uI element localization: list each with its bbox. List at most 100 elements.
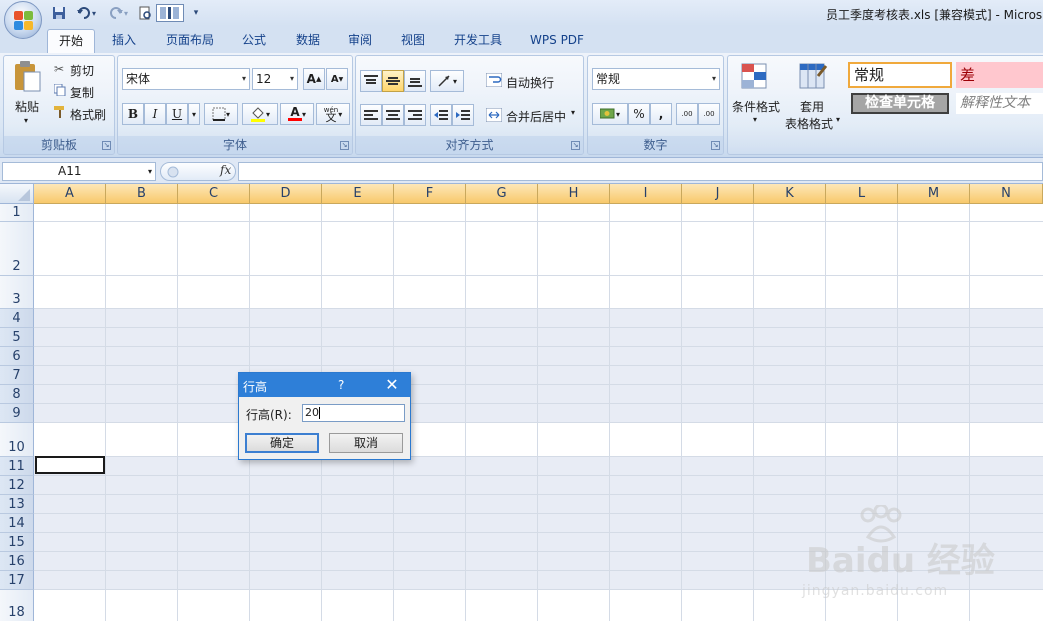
format-as-table-button[interactable]: 表格格式 [785,115,833,132]
decrease-decimal-button[interactable]: .00 [698,103,720,125]
tab-insert[interactable]: 插入 [103,29,145,53]
row-header-11[interactable]: 11 [0,457,34,476]
column-header-g[interactable]: G [466,184,538,204]
dialog-title-bar[interactable]: 行高 ? ✕ [239,373,410,397]
help-icon[interactable]: ? [338,378,344,392]
align-top-button[interactable] [360,70,382,92]
number-launcher-icon[interactable]: ↘ [711,141,720,150]
row-header-3[interactable]: 3 [0,276,34,309]
grow-font-button[interactable]: A ▲ [303,68,325,90]
style-bad[interactable]: 差 [956,62,1043,88]
orientation-button[interactable]: ▾ [430,70,464,92]
print-preview-icon[interactable] [136,4,154,22]
name-box[interactable]: A11 ▾ [2,162,156,181]
undo-icon[interactable]: ▾ [72,4,100,22]
cut-button[interactable]: 剪切 [70,62,94,79]
formula-input[interactable] [238,162,1043,181]
row-header-9[interactable]: 9 [0,404,34,423]
style-normal[interactable]: 常规 [848,62,952,88]
font-name-select[interactable]: 宋体 ▾ [122,68,250,90]
font-size-select[interactable]: 12 ▾ [252,68,298,90]
table-dropdown-icon[interactable]: ▾ [836,115,840,124]
format-as-table-line1[interactable]: 套用 [800,98,824,115]
column-header-k[interactable]: K [754,184,826,204]
style-check-cell[interactable]: 检查单元格 [851,93,949,114]
column-header-f[interactable]: F [394,184,466,204]
format-painter-button[interactable]: 格式刷 [70,106,106,123]
tab-page-layout[interactable]: 页面布局 [160,29,220,53]
align-left-button[interactable] [360,104,382,126]
tab-view[interactable]: 视图 [395,29,431,53]
close-icon[interactable]: ✕ [377,374,407,396]
align-middle-button[interactable] [382,70,404,92]
column-header-j[interactable]: J [682,184,754,204]
row-header-4[interactable]: 4 [0,309,34,328]
column-header-m[interactable]: M [898,184,970,204]
alignment-launcher-icon[interactable]: ↘ [571,141,580,150]
row-header-2[interactable]: 2 [0,222,34,276]
italic-button[interactable]: I [144,103,166,125]
row-header-13[interactable]: 13 [0,495,34,514]
paste-dropdown-icon[interactable]: ▾ [24,116,28,125]
increase-decimal-button[interactable]: .00 [676,103,698,125]
row-header-17[interactable]: 17 [0,571,34,590]
conditional-format-button[interactable]: 条件格式 [732,98,780,115]
merge-center-button[interactable]: 合并后居中 [506,108,566,125]
column-header-n[interactable]: N [970,184,1043,204]
tab-data[interactable]: 数据 [288,29,328,53]
column-header-l[interactable]: L [826,184,898,204]
row-header-12[interactable]: 12 [0,476,34,495]
save-icon[interactable] [50,4,68,22]
underline-button[interactable]: U [166,103,188,125]
cancel-button[interactable]: 取消 [329,433,403,453]
row-header-18[interactable]: 18 [0,590,34,621]
font-launcher-icon[interactable]: ↘ [340,141,349,150]
decrease-indent-button[interactable] [430,104,452,126]
row-height-input[interactable]: 20 [302,404,405,422]
conditional-dropdown-icon[interactable]: ▾ [753,115,757,124]
shrink-font-button[interactable]: A ▼ [326,68,348,90]
tab-wps-pdf[interactable]: WPS PDF [525,29,589,53]
toolbar-customize-icon[interactable] [156,4,184,22]
style-explanatory[interactable]: 解释性文本 [956,93,1043,114]
ok-button[interactable]: 确定 [245,433,319,453]
copy-button[interactable]: 复制 [70,84,94,101]
row-header-16[interactable]: 16 [0,552,34,571]
redo-icon[interactable]: ▾ [104,4,132,22]
office-button[interactable] [4,1,42,39]
active-cell[interactable] [35,456,105,474]
row-header-7[interactable]: 7 [0,366,34,385]
column-header-b[interactable]: B [106,184,178,204]
tab-developer[interactable]: 开发工具 [448,29,508,53]
comma-button[interactable]: , [650,103,672,125]
paste-icon[interactable] [12,60,42,92]
percent-button[interactable]: % [628,103,650,125]
align-center-button[interactable] [382,104,404,126]
clipboard-launcher-icon[interactable]: ↘ [102,141,111,150]
number-format-select[interactable]: 常规 ▾ [592,68,720,90]
row-header-8[interactable]: 8 [0,385,34,404]
tab-home[interactable]: 开始 [47,29,95,53]
merge-dropdown-icon[interactable]: ▾ [571,108,575,117]
column-header-c[interactable]: C [178,184,250,204]
quick-access-dropdown-icon[interactable]: ▾ [190,4,202,22]
column-header-i[interactable]: I [610,184,682,204]
row-header-1[interactable]: 1 [0,204,34,222]
accounting-format-button[interactable]: ▾ [592,103,628,125]
column-header-d[interactable]: D [250,184,322,204]
insert-function-icon[interactable]: fx [220,163,231,177]
row-header-14[interactable]: 14 [0,514,34,533]
row-header-5[interactable]: 5 [0,328,34,347]
column-header-h[interactable]: H [538,184,610,204]
conditional-format-icon[interactable] [738,62,772,94]
wrap-text-button[interactable]: 自动换行 [506,74,554,91]
underline-dropdown-icon[interactable]: ▾ [188,103,200,125]
format-as-table-icon[interactable] [796,62,830,94]
bold-button[interactable]: B [122,103,144,125]
font-color-button[interactable]: A ▾ [280,103,314,125]
paste-button[interactable]: 粘贴 [15,98,39,115]
column-header-a[interactable]: A [34,184,106,204]
column-header-e[interactable]: E [322,184,394,204]
row-header-10[interactable]: 10 [0,423,34,457]
tab-formulas[interactable]: 公式 [234,29,274,53]
